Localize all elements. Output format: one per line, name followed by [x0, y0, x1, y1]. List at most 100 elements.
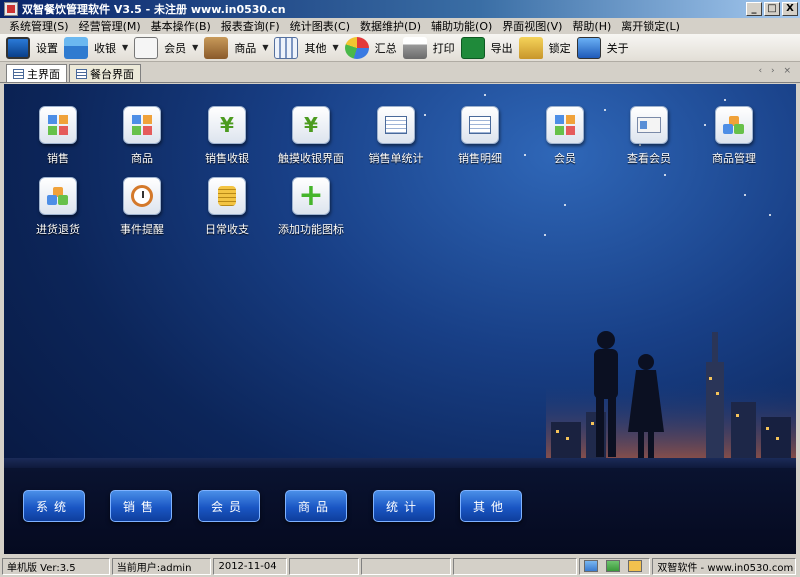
- yen-icon: ¥: [292, 106, 330, 144]
- category-stats-button[interactable]: 统计: [373, 490, 435, 522]
- tab-main[interactable]: 主界面: [6, 64, 67, 82]
- printer-icon: [402, 36, 427, 59]
- category-goods-button[interactable]: 商品: [285, 490, 347, 522]
- export-label: 导出: [490, 41, 513, 55]
- menu-data[interactable]: 数据维护(D): [355, 18, 426, 34]
- category-sales-button[interactable]: 销售: [110, 490, 172, 522]
- shortcut-sales[interactable]: 销售: [18, 106, 98, 166]
- calculator-icon: [274, 36, 299, 59]
- cashier-label: 收银: [94, 41, 116, 55]
- shortcut-goods[interactable]: 商品: [102, 106, 182, 166]
- menu-view[interactable]: 界面视图(V): [497, 18, 567, 34]
- spreadsheet-icon: [377, 106, 415, 144]
- member-label: 会员: [164, 41, 187, 55]
- chevron-down-icon[interactable]: ▼: [332, 43, 338, 52]
- lock-label: 锁定: [548, 41, 571, 55]
- shortcut-label: 销售: [47, 152, 69, 165]
- member-icon: [546, 106, 584, 144]
- tab-tables[interactable]: 餐台界面: [69, 64, 141, 82]
- shortcut-reminder[interactable]: 事件提醒: [102, 177, 182, 237]
- shortcut-label: 事件提醒: [120, 223, 164, 236]
- shortcut-sales-stats[interactable]: 销售单统计: [356, 106, 436, 166]
- menu-system[interactable]: 系统管理(S): [4, 18, 74, 34]
- summary-label: 汇总: [374, 41, 397, 55]
- chevron-down-icon[interactable]: ▼: [192, 43, 198, 52]
- star: [564, 204, 566, 206]
- box-icon: [204, 36, 229, 59]
- category-member-button[interactable]: 会员: [198, 490, 260, 522]
- shortcut-label: 日常收支: [205, 223, 249, 236]
- summary-button[interactable]: 汇总: [344, 35, 397, 61]
- about-button[interactable]: 关于: [576, 35, 629, 61]
- category-system-button[interactable]: 系统: [23, 490, 85, 522]
- folder-icon[interactable]: [627, 560, 642, 572]
- status-empty-1: [289, 557, 360, 575]
- shortcut-label: 会员: [554, 152, 576, 165]
- cashier-button[interactable]: 收银 ▼: [64, 35, 128, 61]
- coins-icon: [208, 177, 246, 215]
- member-button[interactable]: 会员 ▼: [134, 35, 198, 61]
- menu-charts[interactable]: 统计图表(C): [285, 18, 355, 34]
- minimize-button[interactable]: _: [746, 2, 762, 16]
- users-icon[interactable]: [605, 560, 620, 572]
- shortcut-view-member[interactable]: 查看会员: [609, 106, 689, 166]
- yen-icon: ¥: [208, 106, 246, 144]
- shortcut-sales-checkout[interactable]: ¥ 销售收银: [187, 106, 267, 166]
- shortcut-sales-detail[interactable]: 销售明细: [440, 106, 520, 166]
- other-label: 其他: [304, 41, 327, 55]
- status-empty-3: [452, 557, 577, 575]
- title-bar: 双智餐饮管理软件 V3.5 - 未注册 www.in0530.cn _ □ X: [0, 0, 800, 18]
- goods-button[interactable]: 商品 ▼: [204, 35, 268, 61]
- tab-scroll-arrows[interactable]: ‹ › ×: [759, 66, 794, 76]
- id-card-icon: [630, 106, 668, 144]
- menu-tools[interactable]: 辅助功能(O): [426, 18, 497, 34]
- star: [769, 214, 771, 216]
- maximize-button[interactable]: □: [764, 2, 780, 16]
- city-skyline-graphic: [546, 331, 796, 462]
- settings-button[interactable]: 设置: [6, 35, 58, 61]
- menu-basic[interactable]: 基本操作(B): [146, 18, 216, 34]
- shortcut-touch-checkout[interactable]: ¥ 触摸收银界面: [271, 106, 351, 166]
- menu-reports[interactable]: 报表查询(F): [216, 18, 285, 34]
- excel-icon: [460, 36, 485, 59]
- app-icon: [4, 2, 18, 16]
- status-user: 当前用户:admin: [111, 557, 212, 575]
- shortcut-goods-manage[interactable]: 商品管理: [694, 106, 774, 166]
- lock-button[interactable]: 锁定: [518, 35, 571, 61]
- shortcut-label: 进货退货: [36, 223, 80, 236]
- menu-business[interactable]: 经营管理(M): [74, 18, 146, 34]
- shortcut-label: 销售单统计: [368, 152, 424, 165]
- menu-lock[interactable]: 离开锁定(L): [616, 18, 685, 34]
- category-other-button[interactable]: 其他: [460, 490, 522, 522]
- alarm-clock-icon: [123, 177, 161, 215]
- shortcut-add-icon[interactable]: + 添加功能图标: [271, 177, 351, 237]
- shortcut-label: 商品管理: [712, 152, 756, 165]
- status-empty-2: [361, 557, 451, 575]
- shortcut-purchase-return[interactable]: 进货退货: [18, 177, 98, 237]
- shortcut-label: 销售收银: [205, 152, 249, 165]
- menu-help[interactable]: 帮助(H): [567, 18, 616, 34]
- export-button[interactable]: 导出: [460, 35, 513, 61]
- star: [484, 94, 486, 96]
- pie-chart-icon: [344, 36, 369, 59]
- status-date: 2012-11-04: [213, 557, 288, 575]
- goods-icon: [123, 106, 161, 144]
- chevron-down-icon[interactable]: ▼: [122, 43, 128, 52]
- print-button[interactable]: 打印: [402, 35, 455, 61]
- sales-icon: [39, 106, 77, 144]
- close-button[interactable]: X: [782, 2, 798, 16]
- computer-icon: [576, 36, 601, 59]
- spreadsheet-icon: [461, 106, 499, 144]
- shortcut-label: 查看会员: [627, 152, 671, 165]
- other-button[interactable]: 其他 ▼: [274, 35, 339, 61]
- chevron-down-icon[interactable]: ▼: [262, 43, 268, 52]
- image-icon[interactable]: [583, 560, 598, 572]
- star: [544, 234, 546, 236]
- shortcut-member[interactable]: 会员: [525, 106, 605, 166]
- store-icon: [64, 36, 88, 59]
- shortcut-daily-cash[interactable]: 日常收支: [187, 177, 267, 237]
- grid-icon: [76, 68, 87, 79]
- menu-bar: 系统管理(S) 经营管理(M) 基本操作(B) 报表查询(F) 统计图表(C) …: [0, 18, 800, 34]
- goods-label: 商品: [234, 41, 257, 55]
- lock-icon: [518, 36, 543, 59]
